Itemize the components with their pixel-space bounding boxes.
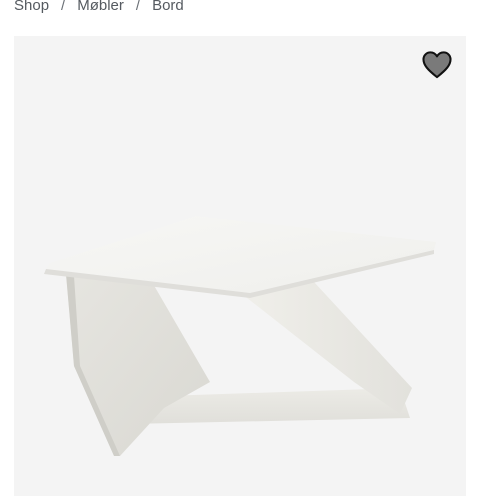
breadcrumb-separator: / <box>61 0 66 14</box>
breadcrumb-bord[interactable]: Bord <box>152 0 184 14</box>
breadcrumb-shop[interactable]: Shop <box>14 0 49 14</box>
breadcrumb-separator: / <box>135 0 141 14</box>
breadcrumb: Shop / Møbler / Bord <box>14 0 184 15</box>
product-image <box>14 36 466 496</box>
breadcrumb-mobler[interactable]: Møbler <box>77 0 124 14</box>
product-image-gallery[interactable] <box>14 36 466 496</box>
heart-icon <box>422 51 452 79</box>
favorite-button[interactable] <box>418 46 456 84</box>
